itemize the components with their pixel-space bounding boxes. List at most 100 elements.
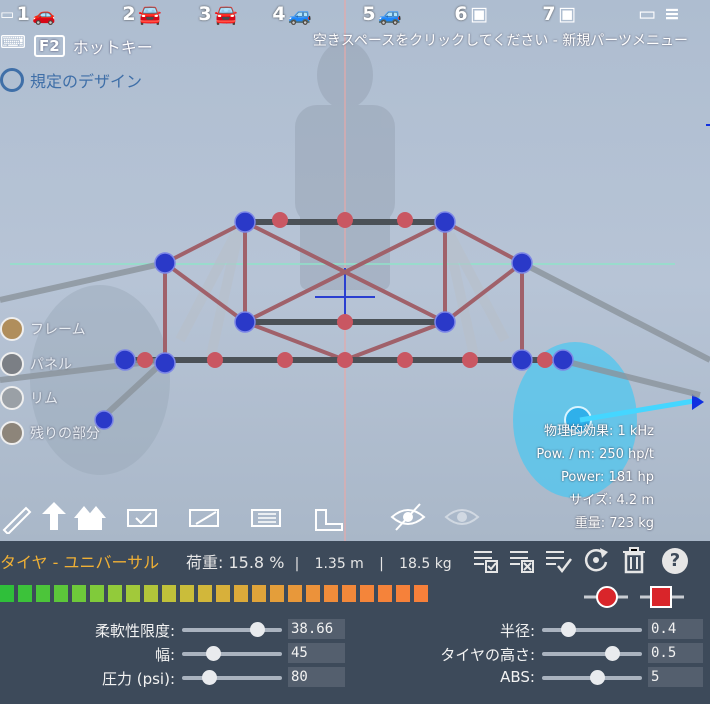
stop-toggle[interactable] (640, 586, 684, 608)
meter-segment (0, 585, 14, 602)
meter-segment (54, 585, 68, 602)
hand-seat-icon[interactable] (310, 500, 346, 534)
stat-power: Power: 181 hp (560, 470, 654, 485)
select-all-icon[interactable] (472, 546, 500, 574)
part-dimension: 1.35 m (314, 556, 364, 572)
tire-height-knob[interactable] (605, 646, 620, 661)
width-label: 幅: (154, 646, 175, 664)
double-arrow-up-icon[interactable] (72, 500, 108, 534)
slot-4[interactable]: 4 🚙 (270, 1, 360, 27)
meter-segment (198, 585, 212, 602)
radius-label: 半径: (499, 622, 535, 640)
slot-1[interactable]: ▭ 1 🚗 (0, 1, 110, 27)
layer-rest[interactable]: 残りの部分 (0, 421, 100, 445)
meter-segment (36, 585, 50, 602)
width-slider[interactable] (182, 652, 282, 656)
menu-icon[interactable]: ≡ (664, 1, 688, 27)
layer-panel[interactable]: パネル (0, 352, 72, 376)
layer-label: リム (30, 391, 58, 407)
click-hint: 空きスペースをクリックしてください - 新規パーツメニュー (312, 33, 688, 49)
hand-spring-icon[interactable] (248, 500, 284, 534)
slot-number: 7 (542, 3, 556, 25)
separator: | (294, 556, 300, 572)
abs-value[interactable]: 5 (648, 667, 703, 687)
car-icon: 🚘 (214, 3, 238, 26)
book-icon: ▭ (0, 5, 15, 23)
pencil-icon[interactable] (0, 500, 36, 534)
hand-slope-icon[interactable] (186, 500, 222, 534)
hand-check-icon[interactable] (124, 500, 160, 534)
tire-height-slider[interactable] (542, 652, 642, 656)
slot-2[interactable]: 2 🚘 (120, 1, 200, 27)
stat-weight: 重量: 723 kg (574, 516, 654, 531)
meter-segment (234, 585, 248, 602)
hotkey-toggle[interactable]: F2 ホットキー (34, 34, 153, 58)
meter-segment (72, 585, 86, 602)
part-title: タイヤ - ユニバーサル (0, 553, 160, 572)
stat-power-mass: Pow. / m: 250 hp/t (536, 447, 654, 462)
meter-segment (270, 585, 284, 602)
car-icon: 🚙 (378, 3, 402, 26)
trash-icon[interactable] (620, 546, 648, 574)
abs-knob[interactable] (590, 670, 605, 685)
camera-icon[interactable]: ▭ (638, 1, 662, 27)
meter-segment (126, 585, 140, 602)
flex-limit-label: 柔軟性限度: (94, 622, 175, 640)
slot-6[interactable]: 6 ▣ (452, 1, 536, 27)
pressure-value[interactable]: 80 (288, 667, 345, 687)
meter-segment (162, 585, 176, 602)
layer-dot (0, 352, 24, 376)
hotkey-key: F2 (34, 35, 65, 57)
vehicle-slot-bar: ▭ 1 🚗 2 🚘 3 🚘 4 🚙 5 🚙 6 ▣ 7 ▣ ▭ ≡ (0, 0, 710, 30)
layer-frame[interactable]: フレーム (0, 317, 86, 341)
pressure-knob[interactable] (202, 670, 217, 685)
layer-label: フレーム (30, 322, 86, 338)
record-toggle[interactable] (584, 586, 628, 608)
meter-segment (180, 585, 194, 602)
flex-limit-value[interactable]: 38.66 (288, 619, 345, 639)
tire-height-value[interactable]: 0.5 (648, 643, 703, 663)
slot-7[interactable]: 7 ▣ (540, 1, 622, 27)
slot-3[interactable]: 3 🚘 (196, 1, 266, 27)
slot-number: 4 (272, 3, 286, 25)
separator: | (379, 556, 384, 572)
car-icon: 🚘 (138, 3, 162, 26)
radius-knob[interactable] (561, 622, 576, 637)
vehicle-stats: 物理的効果: 1 kHz Pow. / m: 250 hp/t Power: 1… (536, 420, 654, 535)
keyboard-icon: ⌨ (0, 32, 26, 53)
flex-limit-knob[interactable] (250, 622, 265, 637)
help-button[interactable]: ? (662, 548, 688, 574)
layer-dot (0, 317, 24, 341)
meter-segment (342, 585, 356, 602)
load-meter (0, 585, 428, 602)
radius-value[interactable]: 0.4 (648, 619, 703, 639)
meter-segment (90, 585, 104, 602)
flex-limit-slider[interactable] (182, 628, 282, 632)
layer-rim[interactable]: リム (0, 386, 58, 410)
eye-icon[interactable] (444, 500, 480, 534)
slot-5[interactable]: 5 🚙 (360, 1, 450, 27)
default-design-button[interactable]: 規定のデザイン (0, 68, 142, 92)
meter-segment (108, 585, 122, 602)
deselect-icon[interactable] (508, 546, 536, 574)
pressure-slider[interactable] (182, 676, 282, 680)
part-info: 荷重: 15.8 % | 1.35 m | 18.5 kg (186, 549, 452, 573)
meter-segment (396, 585, 410, 602)
radius-slider[interactable] (542, 628, 642, 632)
arrow-up-icon[interactable] (36, 500, 72, 534)
rotate-icon[interactable] (582, 546, 610, 574)
meter-segment (306, 585, 320, 602)
eye-off-icon[interactable] (390, 500, 426, 534)
part-load: 荷重: 15.8 % (186, 553, 285, 572)
car-top-icon: ▣ (558, 3, 576, 25)
apply-all-icon[interactable] (544, 546, 572, 574)
slot-number: 2 (122, 3, 136, 25)
slot-number: 6 (454, 3, 468, 25)
width-knob[interactable] (206, 646, 221, 661)
edit-toolbar (0, 500, 500, 534)
car-icon: 🚙 (288, 3, 312, 26)
width-value[interactable]: 45 (288, 643, 345, 663)
meter-segment (378, 585, 392, 602)
meter-segment (288, 585, 302, 602)
hotkey-label: ホットキー (72, 38, 153, 57)
